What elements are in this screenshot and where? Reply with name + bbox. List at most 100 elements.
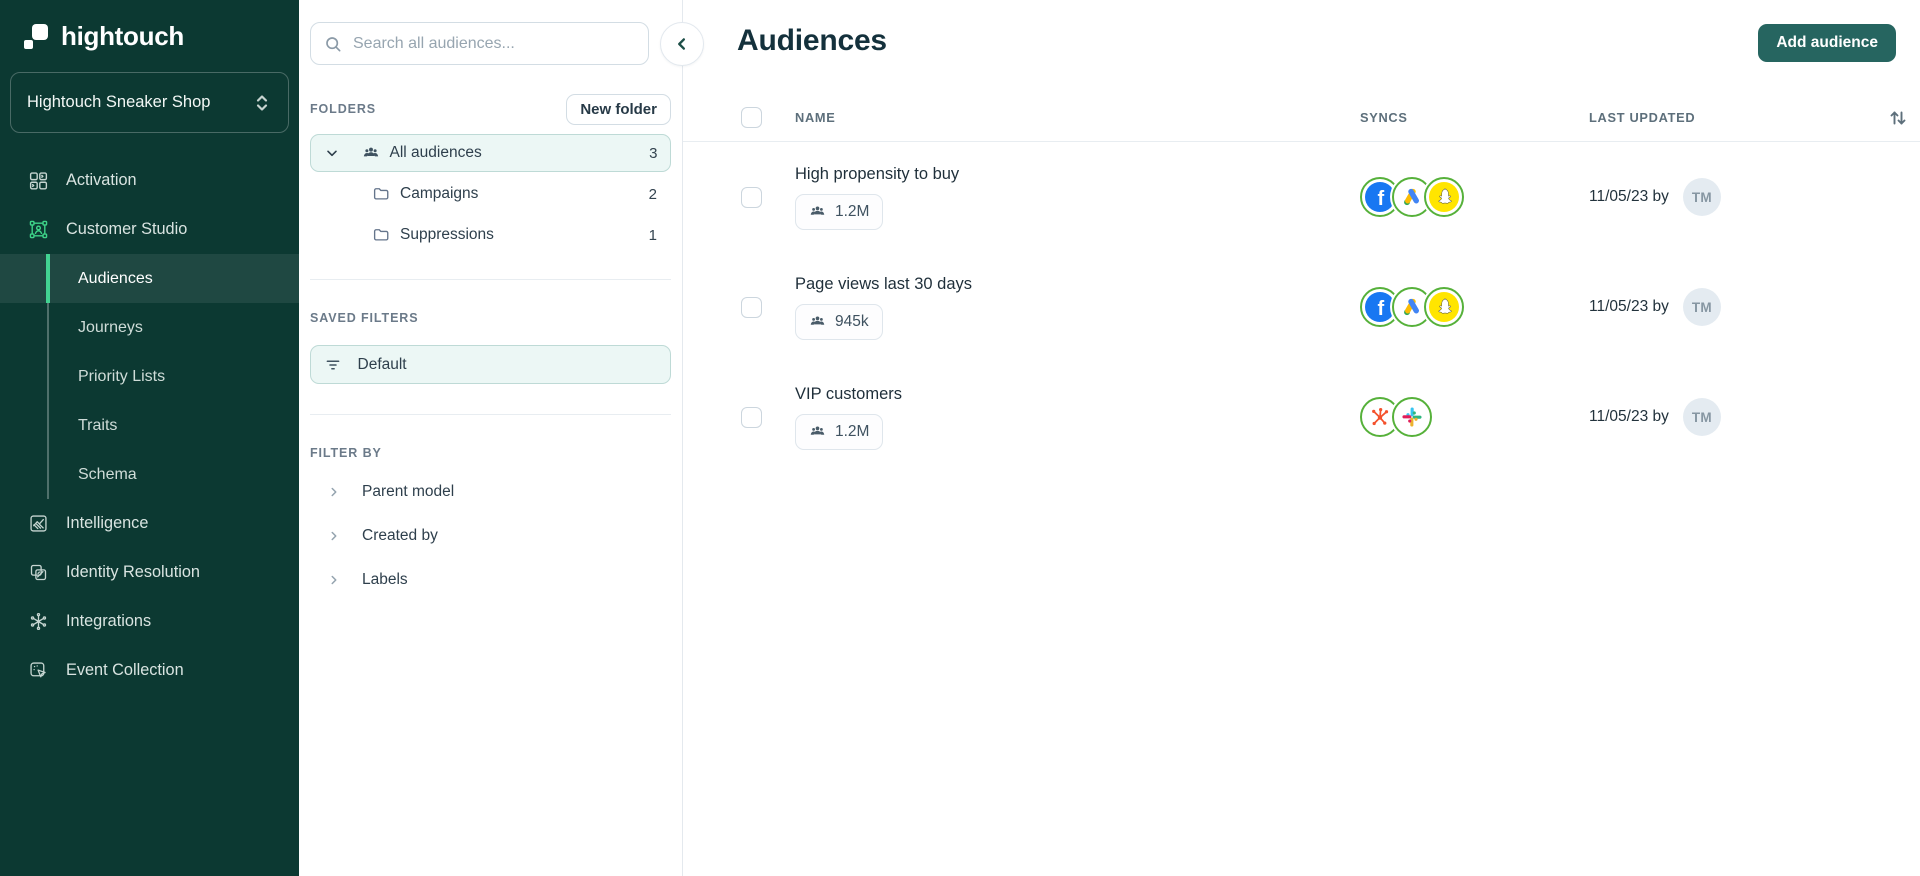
folder-suppressions[interactable]: Suppressions 1 [310, 216, 671, 254]
syncs-cell[interactable] [1360, 397, 1589, 437]
workspace-name: Hightouch Sneaker Shop [27, 93, 211, 111]
sidebar-item-priority-lists[interactable]: Priority Lists [0, 352, 299, 401]
sidebar-item-audiences[interactable]: Audiences [0, 254, 299, 303]
sidebar-item-label: Priority Lists [78, 367, 166, 385]
row-checkbox[interactable] [741, 186, 762, 208]
last-updated-cell: 11/05/23 by TM [1589, 178, 1884, 216]
users-icon [362, 144, 380, 162]
audience-name-cell: High propensity to buy 1.2M [763, 165, 1360, 230]
divider [310, 279, 671, 280]
row-checkbox[interactable] [741, 296, 762, 318]
svg-text:f: f [1378, 188, 1385, 210]
chevron-right-icon [327, 529, 341, 543]
audience-size-badge: 1.2M [795, 413, 884, 450]
syncs-cell[interactable]: f [1360, 287, 1589, 327]
folder-count: 2 [648, 185, 657, 203]
main-content: Audiences Add audience NAME SYNCS LAST U… [683, 0, 1920, 876]
column-header-last-updated: LAST UPDATED [1589, 110, 1696, 125]
audience-size-badge: 1.2M [795, 193, 884, 230]
folder-name: Suppressions [400, 226, 494, 243]
filter-icon [324, 356, 342, 374]
folder-name: Campaigns [400, 185, 479, 202]
chevron-down-icon[interactable] [324, 145, 340, 161]
last-updated-cell: 11/05/23 by TM [1589, 288, 1884, 326]
audience-name-cell: Page views last 30 days 945k [763, 275, 1360, 340]
folder-all-audiences[interactable]: All audiences 3 [310, 134, 671, 172]
last-updated-cell: 11/05/23 by TM [1589, 398, 1884, 436]
sidebar-item-identity-resolution[interactable]: Identity Resolution [0, 548, 299, 597]
sidebar-item-activation[interactable]: Activation [0, 156, 299, 205]
folder-campaigns[interactable]: Campaigns 2 [310, 175, 671, 213]
audience-name[interactable]: Page views last 30 days [795, 275, 972, 294]
select-all-checkbox[interactable] [741, 107, 762, 128]
table-row[interactable]: High propensity to buy 1.2M f 11/05/23 b… [683, 142, 1920, 252]
sidebar-item-label: Intelligence [66, 514, 149, 532]
sidebar-item-intelligence[interactable]: Intelligence [0, 499, 299, 548]
syncs-cell[interactable]: f [1360, 177, 1589, 217]
sidebar-item-schema[interactable]: Schema [0, 450, 299, 499]
saved-filter-default[interactable]: Default [310, 345, 671, 384]
integrations-icon [28, 611, 49, 632]
slack-icon [1392, 397, 1432, 437]
page-header: Audiences Add audience [683, 0, 1920, 62]
active-indicator [46, 254, 50, 303]
search-input[interactable] [353, 34, 636, 53]
sidebar-item-traits[interactable]: Traits [0, 401, 299, 450]
audience-size: 1.2M [835, 202, 870, 220]
workspace-selector[interactable]: Hightouch Sneaker Shop [10, 72, 289, 133]
unfold-icon [252, 92, 272, 114]
sidebar-item-label: Traits [78, 416, 118, 434]
table-header: NAME SYNCS LAST UPDATED [683, 94, 1920, 142]
filter-groups: Parent model Created by Labels [299, 470, 682, 602]
table-row[interactable]: VIP customers 1.2M 11/05/23 by TM [683, 362, 1920, 472]
chevron-right-icon [327, 573, 341, 587]
add-audience-button[interactable]: Add audience [1758, 24, 1896, 62]
filter-group-labels[interactable]: Labels [310, 558, 671, 602]
folder-icon [372, 185, 390, 203]
audience-size: 945k [835, 312, 869, 330]
audiences-panel: FOLDERS New folder All audiences 3 [299, 0, 704, 876]
filter-group-label: Parent model [362, 483, 455, 500]
sort-icon[interactable] [1886, 106, 1910, 130]
chevron-right-icon [327, 485, 341, 499]
svg-text:f: f [1378, 298, 1385, 320]
collapse-panel-button[interactable] [660, 22, 704, 66]
new-folder-button[interactable]: New folder [566, 93, 671, 125]
sidebar-item-event-collection[interactable]: Event Collection [0, 646, 299, 695]
sidebar-item-label: Integrations [66, 612, 152, 630]
sidebar-item-customer-studio[interactable]: Customer Studio [0, 205, 299, 254]
intelligence-icon [28, 513, 49, 534]
activation-icon [28, 170, 49, 191]
column-header-syncs: SYNCS [1360, 110, 1408, 125]
audience-name[interactable]: High propensity to buy [795, 165, 959, 184]
avatar: TM [1682, 398, 1721, 436]
row-checkbox[interactable] [741, 406, 762, 428]
sidebar-item-journeys[interactable]: Journeys [0, 303, 299, 352]
customer-studio-icon [28, 219, 49, 240]
customer-studio-subnav: Audiences Journeys Priority Lists Traits… [0, 254, 299, 499]
sidebar-item-label: Journeys [78, 318, 143, 336]
sidebar-item-integrations[interactable]: Integrations [0, 597, 299, 646]
snapchat-icon [1424, 287, 1464, 327]
audience-name[interactable]: VIP customers [795, 385, 902, 404]
search-icon [323, 34, 343, 54]
identity-resolution-icon [28, 562, 49, 583]
avatar: TM [1682, 288, 1721, 326]
table-row[interactable]: Page views last 30 days 945k f 11/05/23 … [683, 252, 1920, 362]
page-title: Audiences [737, 24, 887, 57]
sidebar: hightouch Hightouch Sneaker Shop Activat… [0, 0, 299, 876]
folder-icon [372, 226, 390, 244]
users-icon [809, 423, 826, 440]
filter-group-label: Labels [362, 571, 408, 588]
saved-filter-name: Default [357, 355, 407, 373]
divider [310, 414, 671, 415]
filter-group-parent-model[interactable]: Parent model [310, 470, 671, 514]
sidebar-item-label: Schema [78, 465, 137, 483]
filter-group-created-by[interactable]: Created by [310, 514, 671, 558]
folders-header-row: FOLDERS New folder [310, 93, 671, 125]
filter-group-label: Created by [362, 527, 438, 544]
sidebar-item-label: Customer Studio [66, 220, 188, 238]
audience-size-badge: 945k [795, 303, 883, 340]
search-box [310, 22, 649, 65]
folder-tree: All audiences 3 Campaigns 2 Suppressions… [310, 134, 671, 254]
